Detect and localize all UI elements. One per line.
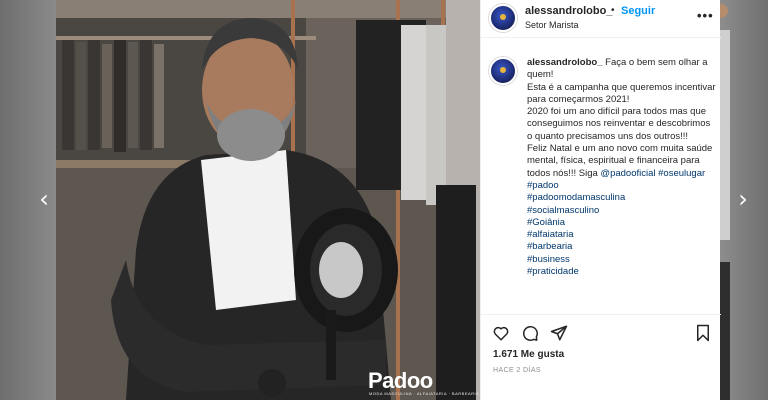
caption-line: alessandrolobo_ Faça o bem sem olhar a q… [527, 57, 717, 82]
post-timestamp[interactable]: HACE 2 DÍAS [493, 367, 541, 374]
post-caption: alessandrolobo_ Faça o bem sem olhar a q… [527, 57, 717, 278]
caption-author-avatar[interactable] [489, 57, 517, 85]
post-location[interactable]: Setor Marista [525, 20, 579, 30]
header-separator: • [611, 5, 615, 16]
caption-hashtag[interactable]: #barbearia [527, 241, 717, 253]
avatar-dot [500, 14, 506, 20]
avatar-dot [500, 67, 506, 73]
post-details-panel: alessandrolobo_ • Seguir Setor Marista •… [480, 0, 721, 400]
comment-icon[interactable] [521, 324, 539, 342]
author-avatar[interactable] [489, 4, 517, 32]
next-post-arrow-icon[interactable]: › [733, 186, 753, 212]
previous-post-arrow-icon[interactable]: ‹ [34, 186, 54, 212]
caption-hashtag[interactable]: #padoo [527, 180, 717, 192]
post-photo-illustration [56, 0, 480, 400]
post-header: alessandrolobo_ • Seguir Setor Marista •… [481, 0, 721, 38]
likes-count[interactable]: 1.671 Me gusta [493, 349, 564, 360]
author-username[interactable]: alessandrolobo_ [525, 5, 612, 17]
caption-scroll-area[interactable]: alessandrolobo_ Faça o bem sem olhar a q… [481, 39, 721, 315]
caption-hashtag[interactable]: #oseulugar [658, 168, 705, 179]
more-options-icon[interactable]: ••• [697, 8, 714, 23]
post-photo: Padoo MODA MASCULINA · ALFAIATARIA · BAR… [56, 0, 480, 400]
bookmark-icon[interactable] [694, 324, 712, 342]
backdrop-next-post-edge [720, 30, 730, 240]
caption-line: Esta é a campanha que queremos incentiva… [527, 81, 716, 105]
caption-hashtag[interactable]: #Goiânia [527, 217, 717, 229]
post-actions-bar [481, 316, 721, 346]
caption-hashtag[interactable]: #socialmasculino [527, 205, 717, 217]
backdrop-next-post-edge-lower [720, 262, 730, 400]
brand-logo-tagline: MODA MASCULINA · ALFAIATARIA · BARBEARIA [369, 391, 480, 396]
caption-username[interactable]: alessandrolobo_ [527, 57, 603, 68]
caption-line: Feliz Natal e um ano novo com muita saúd… [527, 143, 717, 180]
caption-hashtag[interactable]: #praticidade [527, 266, 717, 278]
caption-hashtag[interactable]: #padoomodamasculina [527, 192, 717, 204]
caption-hashtag[interactable]: #business [527, 254, 717, 266]
follow-button[interactable]: Seguir [621, 5, 655, 17]
caption-mention[interactable]: @padooficial [600, 168, 655, 179]
caption-hashtag[interactable]: #alfaiataria [527, 229, 717, 241]
heart-icon[interactable] [492, 324, 510, 342]
share-icon[interactable] [550, 324, 568, 342]
caption-line: 2020 foi um ano difícil para todos mas q… [527, 106, 711, 142]
